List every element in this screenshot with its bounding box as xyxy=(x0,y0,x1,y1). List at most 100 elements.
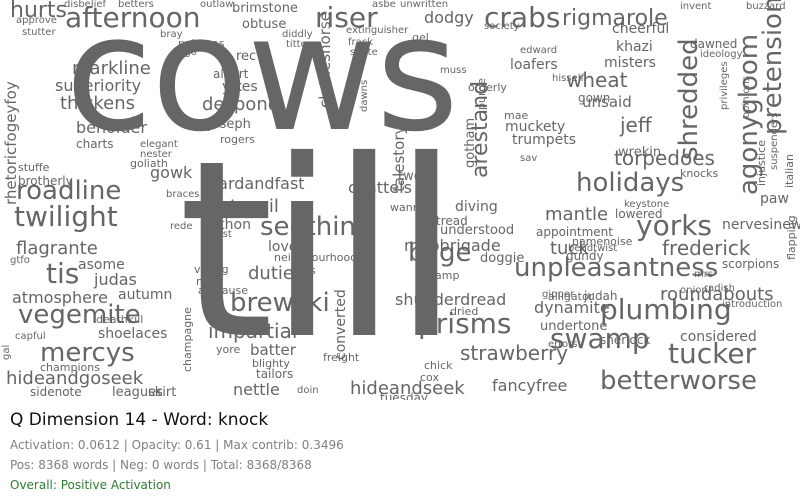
cloud-word: hisself xyxy=(552,73,584,84)
cloud-word: introduction xyxy=(722,299,783,310)
cloud-word: bray xyxy=(160,29,183,40)
cloud-word: neighbourhood xyxy=(274,251,358,264)
cloud-word: italian xyxy=(783,154,796,188)
cloud-word: joseph xyxy=(208,117,251,132)
cloud-word: stuffe xyxy=(18,161,50,174)
cloud-word: muss xyxy=(440,65,467,76)
cloud-word: spate xyxy=(350,47,378,58)
cloud-word: hardandfast xyxy=(208,174,305,193)
cloud-word: seethink xyxy=(260,212,371,242)
cloud-word: holidays xyxy=(576,168,685,198)
cloud-word: voting xyxy=(194,263,229,276)
cloud-word: brotherly xyxy=(18,174,73,188)
cloud-word: radish xyxy=(704,283,735,294)
cloud-word: betterworse xyxy=(600,366,757,396)
cloud-word: outlaw xyxy=(200,0,234,10)
cloud-word: suspenders xyxy=(769,112,780,170)
overall-status: Overall: Positive Activation xyxy=(10,478,171,492)
cloud-word: mae xyxy=(504,109,529,122)
cloud-word: cox xyxy=(420,371,439,384)
info-panel: Q Dimension 14 - Word: knock Activation:… xyxy=(10,410,790,492)
cloud-word: tuesday xyxy=(380,391,429,400)
cloud-word: goliath xyxy=(130,157,168,170)
cloud-word: privileges xyxy=(719,61,730,110)
cloud-word: diving xyxy=(455,199,498,215)
cloud-word: extinguisher xyxy=(346,25,409,36)
cloud-word: skirt xyxy=(148,385,177,400)
cloud-word: dawns xyxy=(359,79,370,112)
cloud-word: frederick xyxy=(662,236,751,260)
activation-stats: Activation: 0.0612 | Opacity: 0.61 | Max… xyxy=(10,438,344,452)
cloud-word: atmosphere xyxy=(12,288,108,307)
cloud-word: ngo xyxy=(178,47,197,58)
cloud-word: undertone xyxy=(540,319,608,334)
cloud-word: tailors xyxy=(256,367,294,381)
cloud-word: wanna xyxy=(390,201,427,214)
cloud-word: khazi xyxy=(616,39,653,55)
cloud-word: doggie xyxy=(480,251,525,266)
cloud-word: rec xyxy=(236,49,257,64)
cloud-word: gel xyxy=(412,31,429,44)
cloud-word: charts xyxy=(76,137,114,151)
cloud-word: edward xyxy=(520,45,558,56)
cloud-word: nettle xyxy=(233,380,280,399)
cloud-word: society xyxy=(484,21,520,32)
cloud-word: considered xyxy=(680,329,757,345)
cloud-word: gtfo xyxy=(10,255,30,266)
cloud-word: deathkill xyxy=(96,313,144,326)
cloud-word: rogers xyxy=(220,133,256,146)
cloud-word: twos xyxy=(398,169,429,184)
cloud-word: trumpets xyxy=(512,132,577,148)
cloud-word: jeff xyxy=(620,113,652,137)
cloud-word: betters xyxy=(118,0,154,10)
cloud-word: fancyfree xyxy=(492,376,568,395)
cloud-word: chick xyxy=(424,359,453,372)
cloud-word: beholder xyxy=(76,118,147,137)
cloud-word: damp xyxy=(428,269,460,282)
cloud-word: braces xyxy=(166,189,200,200)
cloud-word: batter xyxy=(250,341,296,359)
cloud-word: flapping xyxy=(785,215,798,260)
cloud-word: freight xyxy=(323,351,360,364)
cloud-word: judas xyxy=(94,270,137,289)
cloud-word: impartial xyxy=(208,319,298,343)
cloud-word: wrekin xyxy=(618,145,662,160)
cloud-word: gal xyxy=(1,344,12,360)
cloud-word: loafers xyxy=(510,57,558,73)
cloud-word: buzzard xyxy=(746,1,786,12)
cloud-word: shredded xyxy=(674,38,704,160)
cloud-word: tread xyxy=(436,214,468,228)
cloud-word: asbe xyxy=(372,0,396,10)
cloud-word: errors xyxy=(548,339,578,350)
cloud-word: mantle xyxy=(545,204,609,225)
cloud-word: shoelaces xyxy=(98,326,168,342)
cloud-word: gown xyxy=(578,91,611,105)
cloud-word: brimstone xyxy=(232,1,298,16)
cloud-word: tis xyxy=(46,257,80,290)
cloud-word: purge xyxy=(475,77,488,110)
cloud-word: tonsil xyxy=(230,196,279,217)
cloud-word: invent xyxy=(680,1,712,12)
cloud-word: disbelief xyxy=(64,0,107,10)
cloud-word: champions xyxy=(40,361,100,374)
cloud-word: dodgy xyxy=(424,8,474,27)
cloud-word: doin xyxy=(297,385,319,396)
cloud-word: yikes xyxy=(222,79,258,95)
cloud-word: misters xyxy=(604,55,656,71)
cloud-word: mac xyxy=(196,275,220,288)
cloud-word: knocks xyxy=(680,167,719,180)
cloud-word: thrust xyxy=(202,229,232,240)
cloud-word: twilight xyxy=(14,200,118,233)
cloud-word: keystone xyxy=(624,199,670,210)
cloud-word: gotham xyxy=(463,117,478,168)
cloud-word: gipper xyxy=(542,289,575,300)
cloud-word: paw xyxy=(760,191,789,207)
cloud-word: injustice xyxy=(755,140,768,186)
cloud-word: superiority xyxy=(55,76,142,95)
cloud-word: capful xyxy=(15,331,46,342)
cloud-word: citys xyxy=(290,264,316,277)
cloud-word: rede xyxy=(170,221,193,232)
cloud-word: approve xyxy=(16,15,57,26)
cloud-word: thickens xyxy=(60,93,136,114)
cloud-word: bendtwist xyxy=(568,243,618,254)
